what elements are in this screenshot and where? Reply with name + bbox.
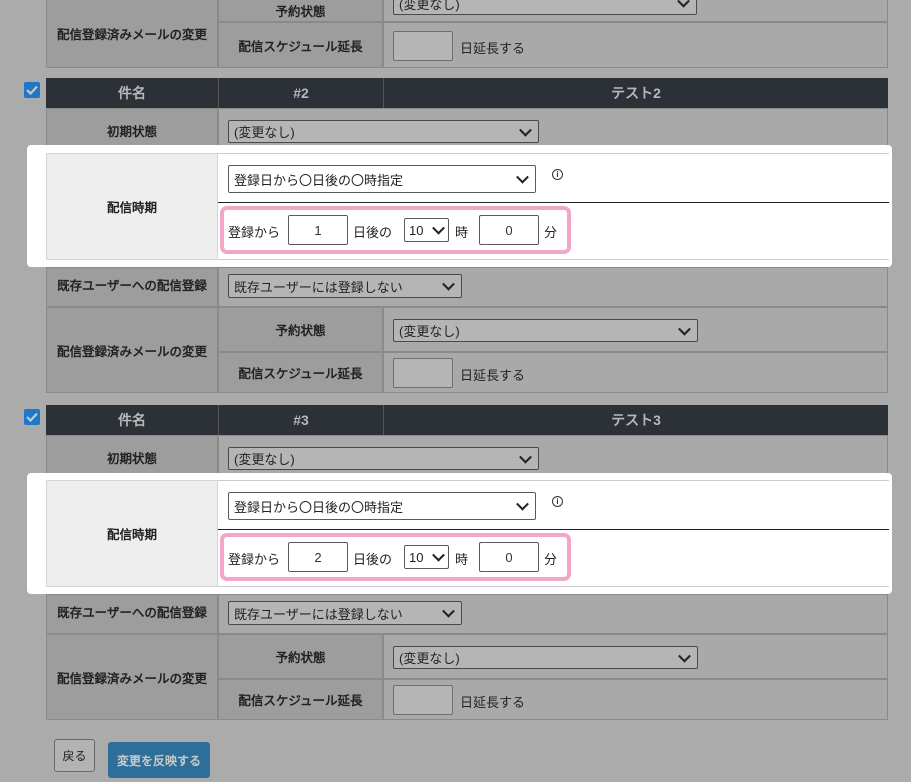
registered-mail-change-label: 配信登録済みメールの変更	[46, 307, 218, 393]
reservation-status-cell: (変更なし)	[383, 0, 888, 22]
reservation-status-cell: (変更なし)	[383, 307, 888, 352]
existing-user-label: 既存ユーザーへの配信登録	[46, 594, 218, 634]
minute-input[interactable]: 0	[479, 542, 539, 572]
schedule-extension-cell: 日延長する	[383, 679, 888, 720]
extension-suffix: 日延長する	[460, 695, 526, 710]
minute-text: 分	[544, 552, 558, 567]
extension-days-input[interactable]	[393, 31, 453, 61]
delivery-time-panel: 配信時期 登録日から〇日後の〇時指定 i 登録から 2 日後の 10 時 0 分	[27, 473, 892, 594]
block3-checkbox[interactable]	[24, 409, 40, 425]
schedule-extension-label: 配信スケジュール延長	[218, 352, 383, 393]
extension-suffix: 日延長する	[460, 368, 526, 383]
chevron-down-icon	[442, 277, 455, 291]
timing-detail-row: 登録から 1 日後の 10 時 0 分	[218, 203, 889, 260]
reservation-status-value: (変更なし)	[399, 0, 460, 12]
days-input[interactable]: 1	[288, 215, 348, 245]
timing-select[interactable]: 登録日から〇日後の〇時指定	[228, 492, 536, 520]
subject-header: 件名	[46, 405, 218, 435]
chevron-down-icon	[519, 123, 532, 137]
extension-suffix: 日延長する	[460, 41, 526, 56]
days-after-text: 日後の	[353, 225, 393, 240]
block2-title: テスト2	[383, 78, 888, 108]
registered-mail-change-label: 配信登録済みメールの変更	[46, 0, 218, 68]
existing-user-cell: 既存ユーザーには登録しない	[218, 594, 888, 634]
timing-highlight: 登録から 1 日後の 10 時 0 分	[220, 206, 571, 254]
timing-select[interactable]: 登録日から〇日後の〇時指定	[228, 165, 536, 193]
reservation-status-select[interactable]: (変更なし)	[393, 319, 698, 342]
initial-state-select[interactable]: (変更なし)	[228, 120, 539, 143]
existing-user-select[interactable]: 既存ユーザーには登録しない	[228, 274, 462, 298]
chevron-down-icon	[677, 0, 690, 8]
chevron-down-icon	[442, 604, 455, 618]
apply-changes-button[interactable]: 変更を反映する	[108, 742, 210, 778]
timing-highlight: 登録から 2 日後の 10 時 0 分	[220, 533, 571, 581]
hour-select[interactable]: 10	[404, 218, 449, 242]
check-icon	[26, 412, 38, 422]
block3-number: #3	[218, 405, 383, 435]
timing-select-value: 登録日から〇日後の〇時指定	[234, 172, 404, 188]
chevron-down-icon	[432, 221, 445, 235]
extension-days-input[interactable]	[393, 685, 453, 715]
schedule-extension-cell: 日延長する	[383, 22, 888, 68]
initial-state-value: (変更なし)	[234, 125, 295, 140]
initial-state-select[interactable]: (変更なし)	[228, 447, 539, 470]
timing-detail-row: 登録から 2 日後の 10 時 0 分	[218, 530, 889, 587]
check-icon	[26, 85, 38, 95]
subject-header: 件名	[46, 78, 218, 108]
schedule-extension-label: 配信スケジュール延長	[218, 22, 383, 68]
chevron-down-icon	[678, 322, 691, 336]
reservation-status-select[interactable]: (変更なし)	[393, 0, 697, 15]
minute-input[interactable]: 0	[479, 215, 539, 245]
chevron-down-icon	[519, 450, 532, 464]
chevron-down-icon	[516, 170, 529, 184]
info-icon[interactable]: i	[552, 169, 563, 180]
existing-user-select[interactable]: 既存ユーザーには登録しない	[228, 601, 462, 625]
reservation-status-label: 予約状態	[218, 0, 383, 22]
from-registration-text: 登録から	[228, 225, 281, 240]
schedule-extension-label: 配信スケジュール延長	[218, 679, 383, 720]
timing-select-row: 登録日から〇日後の〇時指定 i	[218, 480, 889, 530]
reservation-status-value: (変更なし)	[399, 324, 460, 339]
existing-user-label: 既存ユーザーへの配信登録	[46, 267, 218, 307]
block2-checkbox[interactable]	[24, 82, 40, 98]
hour-value: 10	[409, 222, 424, 238]
delivery-time-label: 配信時期	[46, 480, 218, 587]
existing-user-value: 既存ユーザーには登録しない	[234, 279, 403, 295]
schedule-extension-cell: 日延長する	[383, 352, 888, 393]
registered-mail-change-label: 配信登録済みメールの変更	[46, 634, 218, 720]
hour-text: 時	[455, 552, 469, 567]
chevron-down-icon	[516, 497, 529, 511]
initial-state-value: (変更なし)	[234, 452, 295, 467]
hour-text: 時	[455, 225, 469, 240]
timing-select-value: 登録日から〇日後の〇時指定	[234, 499, 404, 515]
reservation-status-cell: (変更なし)	[383, 634, 888, 679]
back-button[interactable]: 戻る	[54, 739, 95, 772]
chevron-down-icon	[678, 649, 691, 663]
existing-user-value: 既存ユーザーには登録しない	[234, 606, 403, 622]
extension-days-input[interactable]	[393, 358, 453, 388]
delivery-time-label: 配信時期	[46, 153, 218, 260]
block3-title: テスト3	[383, 405, 888, 435]
info-icon[interactable]: i	[552, 496, 563, 507]
minute-text: 分	[544, 225, 558, 240]
days-after-text: 日後の	[353, 552, 393, 567]
from-registration-text: 登録から	[228, 552, 281, 567]
hour-select[interactable]: 10	[404, 545, 449, 569]
delivery-time-panel: 配信時期 登録日から〇日後の〇時指定 i 登録から 1 日後の 10 時 0 分	[27, 145, 892, 267]
hour-value: 10	[409, 549, 424, 565]
reservation-status-label: 予約状態	[218, 634, 383, 679]
chevron-down-icon	[432, 548, 445, 562]
existing-user-cell: 既存ユーザーには登録しない	[218, 267, 888, 307]
reservation-status-value: (変更なし)	[399, 651, 460, 666]
days-input[interactable]: 2	[288, 542, 348, 572]
reservation-status-label: 予約状態	[218, 307, 383, 352]
reservation-status-select[interactable]: (変更なし)	[393, 646, 698, 669]
block2-number: #2	[218, 78, 383, 108]
timing-select-row: 登録日から〇日後の〇時指定 i	[218, 153, 889, 203]
